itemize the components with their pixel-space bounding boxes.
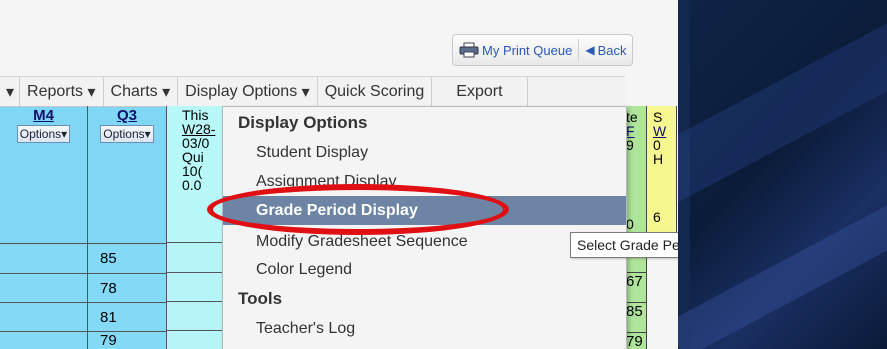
chevron-down-icon: ▾ [6, 83, 15, 101]
grade-cell[interactable]: 79 [88, 332, 166, 349]
my-print-queue-button[interactable]: My Print Queue [453, 35, 578, 65]
grade-value: 79 [100, 332, 117, 349]
print-queue-label: My Print Queue [482, 42, 573, 58]
column-title-link[interactable]: Q3 [88, 107, 166, 124]
grade-cell[interactable] [167, 302, 223, 331]
column-header-line: 0 [626, 216, 634, 232]
column-header: This W28- 03/0 Qui 10( 0.0 [167, 106, 223, 243]
column-header-line [653, 166, 676, 180]
chevron-down-icon: ▾ [301, 83, 310, 101]
chevron-down-icon: ▾ [144, 127, 151, 141]
gradebook-menubar: ▾ Reports ▾ Charts ▾ Display Options ▾ Q… [0, 76, 625, 107]
column-header-link[interactable]: W28- [182, 122, 223, 136]
background-light-beam [678, 13, 887, 207]
menu-export[interactable]: Export [432, 77, 528, 106]
grade-cell[interactable]: 79 [626, 332, 646, 349]
grade-cell[interactable] [0, 332, 87, 349]
column-header-link[interactable]: W [653, 124, 676, 138]
background-light-beam [678, 181, 887, 349]
column-header-line: 6 [653, 209, 661, 225]
options-label: Options [103, 127, 145, 141]
menu-reports-label: Reports [27, 82, 84, 100]
chevron-down-icon: ▾ [87, 83, 96, 101]
column-header: te F 9 [626, 106, 646, 152]
column-header-line: 0 [653, 137, 661, 153]
chevron-down-icon: ▾ [61, 127, 68, 141]
column-options-button[interactable]: Options▾ [100, 125, 154, 143]
desktop-background [678, 0, 887, 349]
menu-item-label: Modify Gradesheet Sequence [256, 232, 468, 250]
display-options-dropdown: Display Options Student Display Assignme… [222, 106, 627, 349]
column-options-button[interactable]: Options▾ [16, 125, 71, 143]
column-header-line: 10( [182, 163, 203, 179]
back-label: Back [597, 42, 627, 58]
grade-cell[interactable]: 78 [88, 274, 166, 303]
grade-cell[interactable]: 85 [88, 244, 166, 274]
grade-cell[interactable] [0, 303, 87, 332]
column-q3: Q3 Options▾ 85 78 81 79 [88, 106, 167, 349]
grade-value: 81 [100, 308, 117, 326]
menu-item-label: Student Display [256, 143, 369, 161]
left-triangle-icon: ◀ [585, 43, 595, 57]
grade-cell[interactable] [167, 273, 223, 302]
menu-export-label: Export [456, 82, 503, 100]
column-partial-green: te F 9 0 67 85 79 [625, 106, 647, 349]
grade-value: 85 [626, 303, 643, 320]
grade-value: 79 [626, 333, 643, 349]
menu-item-assignment-display[interactable]: Assignment Display [223, 167, 626, 196]
menu-item-teachers-log[interactable]: Teacher's Log [223, 314, 626, 343]
menu-display-options-label: Display Options [185, 82, 298, 100]
menu-item-modify-gradesheet-sequence[interactable]: Modify Gradesheet Sequence [223, 227, 626, 256]
grade-cell[interactable] [167, 243, 223, 273]
grade-value: 78 [100, 279, 117, 297]
gradebook-window: My Print Queue ◀ Back ▾ Reports ▾ Charts… [0, 0, 678, 349]
menu-item-label: Teacher's Log [256, 319, 356, 337]
grade-cell[interactable]: 81 [88, 303, 166, 332]
grade-cell[interactable]: 85 [626, 302, 646, 320]
grade-cell[interactable] [0, 244, 87, 274]
back-button[interactable]: ◀ Back [579, 35, 632, 65]
chevron-down-icon: ▾ [162, 83, 171, 101]
menu-item-color-legend[interactable]: Color Legend [223, 255, 626, 284]
column-header: Q3 Options▾ [88, 107, 166, 244]
section-heading-tools: Tools [238, 289, 283, 308]
column-header-line: H [653, 151, 664, 167]
menu-charts-label: Charts [110, 82, 158, 100]
menu-reports[interactable]: Reports ▾ [20, 77, 104, 106]
section-heading-display-options: Display Options [238, 113, 368, 132]
printer-icon [459, 42, 479, 58]
column-partial-yellow: S W 0 H 6 [646, 106, 677, 234]
options-label: Options [19, 127, 62, 141]
print-toolbar: My Print Queue ◀ Back [452, 34, 634, 66]
column-header-line: 9 [626, 137, 634, 153]
grade-cell[interactable] [167, 331, 223, 349]
menu-item-grade-period-display[interactable]: Grade Period Display [223, 196, 626, 225]
menu-item-student-display[interactable]: Student Display [223, 138, 626, 167]
menu-item-label: Color Legend [256, 260, 353, 278]
column-header-line: Qui [182, 149, 204, 165]
menu-display-options[interactable]: Display Options ▾ [178, 77, 318, 106]
menu-charts[interactable]: Charts ▾ [104, 77, 179, 106]
column-header-line: 03/0 [182, 135, 210, 151]
column-header: S W 0 H 6 [647, 106, 676, 224]
column-title-link[interactable]: M4 [0, 107, 87, 124]
column-header: M4 Options▾ [0, 107, 87, 244]
column-this: This W28- 03/0 Qui 10( 0.0 [167, 106, 224, 349]
menu-quick-scoring[interactable]: Quick Scoring [318, 77, 433, 106]
menu-item-label: Assignment Display [256, 172, 397, 190]
grade-cell[interactable]: 67 [626, 272, 646, 290]
menu-item-label: Grade Period Display [256, 201, 418, 219]
column-header-line: S [653, 109, 663, 125]
grade-cell[interactable] [0, 274, 87, 303]
column-m4: M4 Options▾ [0, 106, 88, 349]
grade-value: 67 [626, 273, 643, 290]
grade-value: 85 [100, 250, 117, 267]
column-header-line: This [182, 107, 209, 123]
menu-quick-scoring-label: Quick Scoring [324, 82, 425, 100]
column-header-line: 0.0 [182, 177, 202, 193]
menu-prev-caret[interactable]: ▾ [0, 77, 21, 106]
column-header-line: te [626, 109, 638, 125]
column-header-link[interactable]: F [626, 124, 646, 138]
